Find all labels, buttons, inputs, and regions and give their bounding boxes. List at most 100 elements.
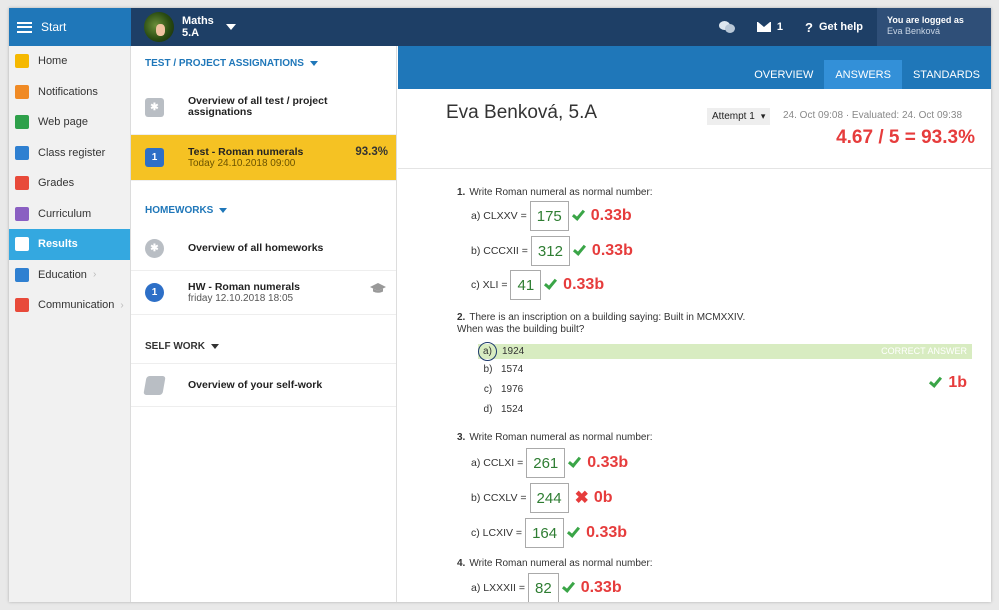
answer-field[interactable]: 82	[528, 573, 559, 602]
correct-answer-label: CORRECT ANSWER	[881, 346, 967, 356]
choice-value: 1574	[501, 364, 524, 375]
checkmark-icon	[571, 207, 585, 221]
answer-field[interactable]: 244	[529, 483, 569, 513]
sidebar-item-communication[interactable]: Communication ›	[9, 290, 130, 321]
help-icon[interactable]: ?	[805, 20, 813, 35]
answer-row: a) LXXXII = 82 0.33b	[471, 573, 622, 602]
choice-letter: b)	[483, 364, 493, 375]
divider	[398, 168, 991, 169]
answer-points: 0.33b	[544, 276, 605, 294]
choice-option[interactable]: b) 1574	[481, 364, 524, 375]
results-tabs: OVERVIEW ANSWERS STANDARDS	[398, 46, 991, 89]
choice-letter: d)	[483, 404, 493, 415]
question-1: 1. Write Roman numeral as normal number:	[457, 187, 653, 199]
curriculum-icon	[15, 206, 29, 221]
sidebar-item-education[interactable]: Education ›	[9, 260, 130, 291]
gear-icon: ✱	[145, 97, 164, 117]
tab-answers[interactable]: ANSWERS	[824, 60, 902, 89]
answer-label: b) CCXLV =	[471, 492, 527, 504]
answer-field[interactable]: 41	[510, 270, 542, 300]
book-icon	[15, 145, 29, 160]
tests-overview-item[interactable]: ✱ Overview of all test / project assigna…	[131, 80, 396, 135]
start-label: Start	[41, 20, 67, 34]
answer-points: 0.33b	[571, 207, 632, 225]
answer-label: c) LCXIV =	[471, 527, 523, 539]
subject-selector[interactable]: Maths 5.A	[144, 12, 236, 42]
question-text: Write Roman numeral as normal number:	[469, 432, 653, 443]
checkmark-icon	[544, 276, 558, 290]
user-account[interactable]: You are logged as Eva Benková	[877, 8, 991, 46]
sidebar-item-grades[interactable]: Grades	[9, 168, 130, 199]
app-window: Start Maths 5.A 1 ? Get help You are log…	[9, 8, 991, 602]
answer-label: b) CCCXII =	[471, 245, 528, 257]
get-help-link[interactable]: Get help	[819, 21, 863, 33]
selfwork-overview-label: Overview of your self-work	[188, 378, 323, 391]
choice-option[interactable]: d) 1524	[481, 404, 524, 415]
mail-icon	[15, 84, 29, 99]
education-icon	[15, 267, 29, 282]
answer-row: c) LCXIV = 164 0.33b	[471, 518, 627, 548]
chat-bubbles-icon[interactable]	[718, 21, 735, 33]
answer-field[interactable]: 164	[525, 518, 565, 548]
answer-label: a) LXXXII =	[471, 582, 525, 594]
sidebar-item-web-page[interactable]: Web page	[9, 107, 130, 138]
question-2-points: 1b	[929, 374, 967, 392]
tab-standards[interactable]: STANDARDS	[902, 60, 991, 89]
house-icon	[15, 115, 29, 130]
question-text: Write Roman numeral as normal number:	[469, 187, 653, 198]
test-item-roman-numerals[interactable]: 1 Test - Roman numerals Today 24.10.2018…	[131, 135, 396, 181]
points-value: 0.33b	[590, 207, 632, 224]
test-date: Today 24.10.2018 09:00	[188, 157, 296, 169]
points-value: 0.33b	[563, 276, 605, 293]
sidebar-item-notifications[interactable]: Notifications	[9, 77, 130, 108]
answer-points: 0.33b	[561, 579, 622, 597]
homeworks-header[interactable]: HOMEWORKS	[131, 193, 396, 227]
logged-user-name: Eva Benková	[887, 26, 941, 36]
choice-option[interactable]: c) 1976	[481, 384, 523, 395]
sidebar-item-class-register[interactable]: Class register	[9, 138, 130, 169]
sidebar-item-label: Notifications	[38, 85, 98, 98]
selfwork-header-label: SELF WORK	[145, 340, 205, 352]
attempt-select[interactable]: Attempt 1	[707, 108, 771, 125]
answer-field[interactable]: 175	[529, 201, 569, 231]
tests-header[interactable]: TEST / PROJECT ASSIGNATIONS	[131, 46, 396, 80]
sidebar-item-curriculum[interactable]: Curriculum	[9, 199, 130, 230]
answer-label: a) CCLXI =	[471, 457, 524, 469]
choice-value: 1524	[501, 404, 524, 415]
assignments-panel: TEST / PROJECT ASSIGNATIONS ✱ Overview o…	[131, 46, 397, 602]
cross-icon: ✖	[574, 488, 589, 507]
subject-class: 5.A	[182, 27, 200, 39]
chevron-down-icon	[309, 60, 318, 66]
question-4: 4. Write Roman numeral as normal number:	[457, 558, 653, 570]
answer-row: c) XLI = 41 0.33b	[471, 270, 604, 300]
homeworks-header-label: HOMEWORKS	[145, 204, 214, 216]
envelope-icon[interactable]	[756, 22, 771, 32]
selfwork-overview-item[interactable]: Overview of your self-work	[131, 363, 396, 407]
answer-points: 0.33b	[572, 242, 633, 260]
checkmark-icon	[572, 242, 586, 256]
messages-count: 1	[776, 21, 784, 33]
choice-letter: a)	[478, 342, 497, 361]
sidebar-item-results[interactable]: Results	[9, 229, 130, 260]
points-value: 0.33b	[586, 524, 628, 541]
sidebar-item-home[interactable]: Home	[9, 46, 130, 77]
homework-item-roman-numerals[interactable]: 1 HW - Roman numerals friday 12.10.2018 …	[131, 271, 396, 315]
question-number: 4.	[457, 558, 466, 569]
answer-row: b) CCXLV = 244 ✖ 0b	[471, 483, 613, 513]
bar-chart-icon	[15, 237, 29, 252]
tab-overview[interactable]: OVERVIEW	[743, 60, 824, 89]
homeworks-overview-item[interactable]: ✱ Overview of all homeworks	[131, 227, 396, 271]
answer-field[interactable]: 261	[526, 448, 566, 478]
question-text: There is an inscription on a building sa…	[469, 312, 746, 323]
chevron-down-icon	[219, 207, 228, 213]
choice-option[interactable]: a) 1924	[478, 342, 524, 361]
graduation-cap-icon	[370, 283, 386, 293]
question-number: 2.	[457, 312, 466, 323]
answer-row: a) CLXXV = 175 0.33b	[471, 201, 632, 231]
homework-date: friday 12.10.2018 18:05	[188, 292, 294, 304]
answer-field[interactable]: 312	[530, 236, 570, 266]
start-menu-button[interactable]: Start	[9, 8, 131, 46]
selfwork-header[interactable]: SELF WORK	[131, 329, 396, 363]
student-name: Eva Benková, 5.A	[446, 102, 598, 123]
top-bar: Start Maths 5.A 1 ? Get help You are log…	[9, 8, 991, 46]
